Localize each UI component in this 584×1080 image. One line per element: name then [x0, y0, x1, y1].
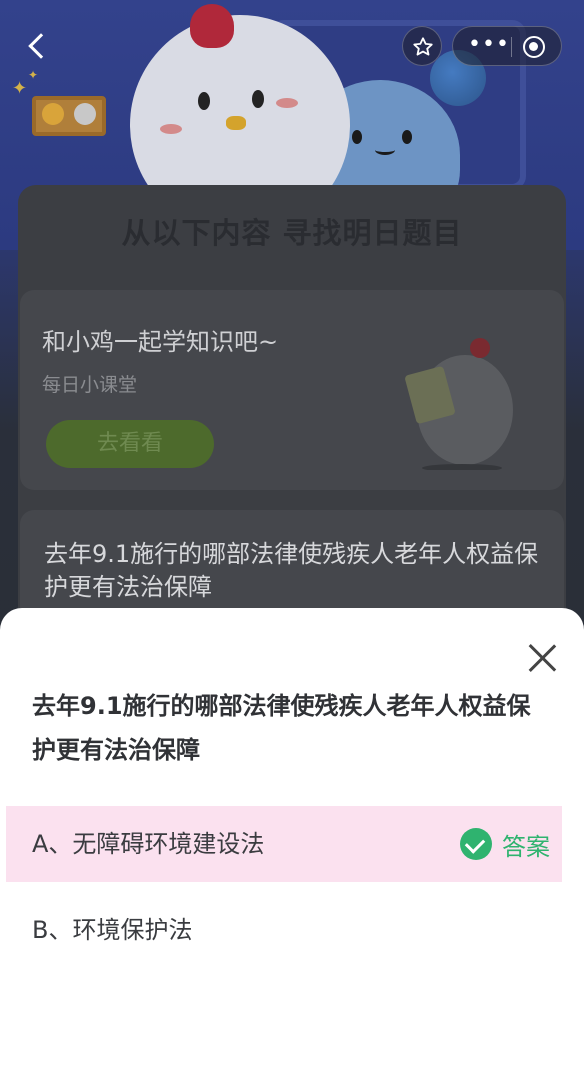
option-b-label: B、环境保护法 [32, 916, 193, 944]
chick-eye [198, 92, 210, 110]
miniprogram-capsule: ••• [452, 26, 562, 66]
learn-card[interactable]: 和小鸡一起学知识吧~ 每日小课堂 去看看 [20, 290, 564, 490]
chick-comb [190, 4, 234, 48]
sheet-question: 去年9.1施行的哪部法律使残疾人老年人权益保护更有法治保障 [32, 692, 531, 764]
blue-mascot-eye [402, 130, 412, 144]
star-icon [413, 37, 433, 56]
sparkle-icon: ✦ [12, 78, 28, 99]
target-icon[interactable] [523, 36, 545, 58]
blue-mascot-mouth [375, 145, 395, 155]
section-title: 从以下内容 寻找明日题目 [121, 216, 463, 250]
blue-mascot-eye [352, 130, 362, 144]
back-button[interactable] [20, 28, 56, 64]
back-arrow-icon [28, 33, 54, 59]
favorite-button[interactable] [402, 26, 442, 66]
medal-icon [74, 103, 96, 125]
answer-badge-text: 答案 [502, 832, 550, 861]
chick-eye [252, 90, 264, 108]
chick-beak [226, 116, 246, 130]
close-icon[interactable] [526, 642, 558, 674]
sparkle-icon: ✦ [28, 68, 39, 82]
option-a-label: A、无障碍环境建设法 [32, 830, 265, 858]
learn-card-subtitle: 每日小课堂 [42, 374, 138, 396]
answer-sheet: 去年9.1施行的哪部法律使残疾人老年人权益保护更有法治保障 A、无障碍环境建设法… [0, 608, 584, 1080]
question-card-text: 去年9.1施行的哪部法律使残疾人老年人权益保护更有法治保障 [44, 540, 539, 601]
check-circle-icon [460, 828, 492, 860]
chick-cheek [160, 124, 182, 134]
option-b[interactable]: B、环境保护法 [6, 892, 562, 968]
capsule-divider [511, 37, 512, 57]
answer-badge: 答案 [460, 806, 550, 882]
medal-icon [42, 103, 64, 125]
more-dots-icon[interactable]: ••• [467, 27, 511, 67]
learn-card-title: 和小鸡一起学知识吧~ [42, 328, 279, 356]
go-see-button[interactable]: 去看看 [46, 420, 214, 468]
chick-reading-illustration [405, 338, 513, 470]
option-a[interactable]: A、无障碍环境建设法 答案 [6, 806, 562, 882]
chick-cheek [276, 98, 298, 108]
